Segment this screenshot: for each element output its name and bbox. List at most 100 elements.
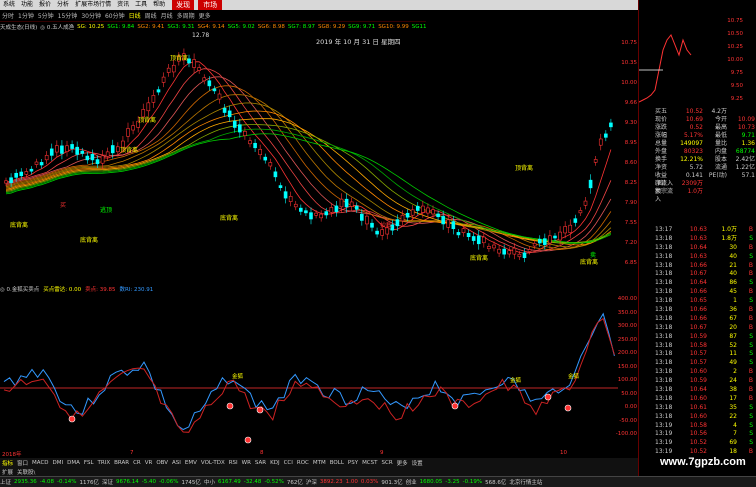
indicator-tab[interactable]: RSI [227, 460, 240, 466]
menu-item[interactable]: 系统 [0, 0, 18, 10]
legend-item: SG11: 10.04 [411, 24, 426, 30]
oscillator-chart[interactable]: 金狐金狐金狐 [0, 294, 638, 450]
indicator-tab[interactable]: OBV [154, 460, 170, 466]
candle-body [522, 252, 527, 258]
date-tick: 7 [130, 450, 134, 456]
indicator-tab[interactable]: CCI [282, 460, 295, 466]
osc-tick: 0.00 [624, 404, 637, 410]
candle-body [476, 235, 481, 245]
candle-body [517, 253, 522, 258]
discover-button[interactable]: 发现 [172, 0, 195, 10]
period-tab[interactable]: 60分钟 [103, 11, 127, 20]
indicator-tab[interactable]: FSL [82, 460, 96, 466]
period-tab[interactable]: 更多 [197, 11, 213, 20]
quote-value [727, 188, 755, 196]
trade-volume: 22 [729, 412, 737, 420]
indicator-tab[interactable]: WR [240, 460, 253, 466]
period-tab[interactable]: 分时 [0, 11, 16, 20]
extension-tab[interactable]: 关联股\ [15, 468, 37, 476]
indicator-tab[interactable]: BOLL [328, 460, 346, 466]
trade-side: B [748, 243, 753, 251]
menu-item[interactable]: 功能 [18, 0, 36, 10]
indicator-tab[interactable]: 指标 [0, 459, 15, 467]
quote-value: 10.09 [737, 116, 755, 123]
legend-item: SG8: 9.29 [317, 24, 346, 30]
candle-body [29, 168, 34, 172]
candle-body [588, 179, 593, 189]
indicator-tab[interactable]: MCST [360, 460, 379, 466]
indicator-tab[interactable]: VR [143, 460, 155, 466]
indicator-tab[interactable]: DMI [51, 460, 66, 466]
period-tab[interactable]: 月线 [159, 11, 175, 20]
indicator-tab[interactable]: BRAR [112, 460, 131, 466]
indicator-tab[interactable]: 更多 [395, 459, 410, 467]
menu-item[interactable]: 资讯 [114, 0, 132, 10]
quote-value: 10.69 [685, 116, 703, 123]
extension-tab[interactable]: 扩展 [0, 468, 15, 476]
trade-time: 13:18 [655, 243, 673, 251]
indicator-tab[interactable]: CR [131, 460, 143, 466]
indicator-tab[interactable]: DMA [65, 460, 82, 466]
price-tick: 10.00 [727, 57, 743, 63]
candle-body [426, 207, 430, 214]
indicator-tab[interactable]: EMV [183, 460, 199, 466]
trade-price: 10.64 [689, 279, 707, 287]
signal-label: 顶背离 [138, 116, 156, 124]
trade-row: 13:18 10.58 52 S [655, 342, 756, 351]
trade-side: S [749, 341, 753, 349]
indicator-tab[interactable]: PSY [346, 460, 360, 466]
osc-tick: -50.00 [619, 417, 637, 424]
period-tab[interactable]: 多周期 [175, 11, 197, 20]
trade-row: 13:18 10.60 17 B [655, 395, 756, 404]
period-tab[interactable]: 15分钟 [56, 11, 80, 20]
candle-body [339, 198, 344, 208]
candle-body [243, 130, 247, 136]
legend-item: SG7: 8.97 [287, 24, 315, 30]
candle-body [95, 159, 100, 165]
quote-value: 57.1 [741, 172, 755, 179]
trade-row: 13:19 10.52 69 S [655, 439, 756, 448]
indicator-tab[interactable]: TRIX [96, 460, 113, 466]
candle-body [349, 201, 354, 207]
menu-item[interactable]: 帮助 [150, 0, 168, 10]
indicator-tab[interactable]: ROC [295, 460, 311, 466]
menu-item[interactable]: 报价 [36, 0, 54, 10]
indicator-tab[interactable]: KDJ [268, 460, 281, 466]
trade-side: B [748, 323, 753, 331]
quote-row: 净流入额 2309万 [655, 180, 756, 195]
indicator-tab[interactable]: SCR [380, 460, 395, 466]
trade-time: 13:19 [655, 439, 673, 447]
main-kline-chart[interactable]: 顶背离顶背离顶背离顶背离底背离底背离底背离底背离底背离买卖逃顶抄底12.78 [0, 32, 638, 284]
trade-time: 13:18 [655, 234, 673, 242]
quote-label: 量比 [714, 140, 727, 147]
quote-value: 68774 [735, 148, 755, 155]
indicator-tab[interactable]: 窗口 [15, 459, 30, 467]
buy-signal-marker [564, 404, 572, 412]
candle-body [202, 77, 207, 82]
candle-body [456, 232, 461, 236]
period-tab[interactable]: 周线 [143, 11, 159, 20]
menu-item[interactable]: 工具 [132, 0, 150, 10]
indicator-tab[interactable]: SAR [253, 460, 268, 466]
trade-volume: 20 [729, 323, 737, 331]
tick-trades-list[interactable]: 13:17 10.63 1.0万 B 13:18 10.63 1.8万 S 13:18 10.64… [655, 226, 756, 457]
price-tick: 9.50 [731, 83, 744, 89]
candle-body [324, 211, 329, 216]
market-tab[interactable]: 市场 [198, 0, 223, 10]
menu-item[interactable]: 扩展市场行情 [72, 0, 114, 10]
signal-label: 金狐 [232, 372, 244, 380]
period-tab[interactable]: 5分钟 [36, 11, 56, 20]
candle-body [354, 205, 359, 210]
period-tab[interactable]: 30分钟 [79, 11, 103, 20]
indicator-tab[interactable]: ASI [170, 460, 183, 466]
period-tab[interactable]: 1分钟 [16, 11, 36, 20]
indicator-tab[interactable]: MACD [30, 460, 51, 466]
index-quote: 沪深 [305, 480, 317, 486]
period-tab[interactable]: 日线 [127, 11, 143, 20]
indicator-tab[interactable]: MTM [311, 460, 328, 466]
trade-time: 13:18 [655, 306, 673, 314]
menu-item[interactable]: 分析 [54, 0, 72, 10]
indicator-tab[interactable]: 设置 [410, 459, 425, 467]
indicator-tab[interactable]: VOL-TDX [199, 460, 227, 466]
quote-value: 10.73 [737, 124, 755, 131]
